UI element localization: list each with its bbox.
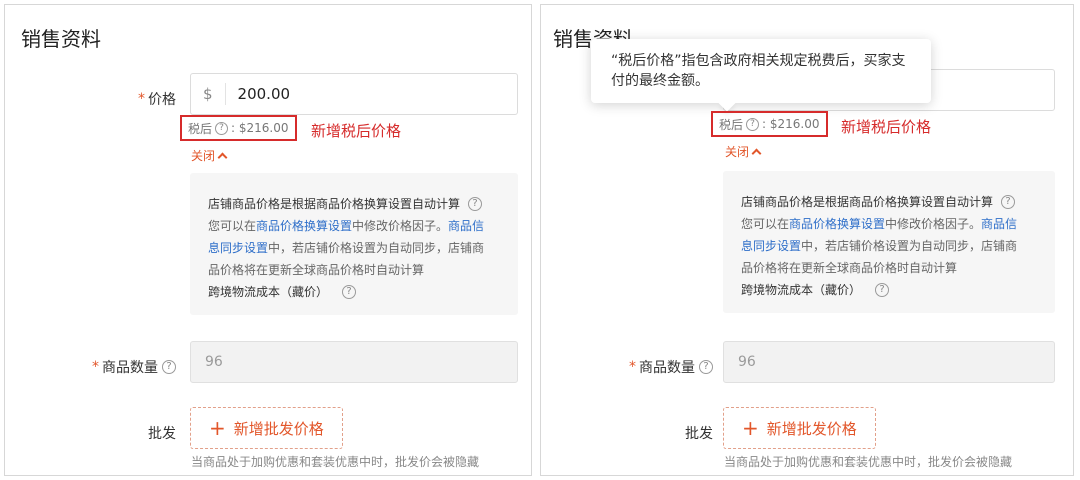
info-line-2: 您可以在 商品价格换算设置 中修改价格因子。 商品信 <box>208 215 500 237</box>
required-mark: * <box>138 91 145 107</box>
collapse-label: 关闭 <box>725 145 750 159</box>
add-wholesale-label: 新增批发价格 <box>233 419 324 438</box>
currency-prefix: $ <box>191 83 226 105</box>
info-line-1: 店铺商品价格是根据商品价格换算设置自动计算 ? <box>208 193 500 215</box>
help-icon[interactable]: ? <box>699 360 713 374</box>
product-sync-settings-link[interactable]: 商品信 <box>448 215 484 237</box>
after-tax-tooltip: “税后价格”指包含政府相关规定税费后，买家支付的最终金额。 <box>591 39 931 103</box>
info-line-5: 跨境物流成本（藏价） ? <box>741 279 1037 301</box>
price-info-box: 店铺商品价格是根据商品价格换算设置自动计算 ? 您可以在 商品价格换算设置 中修改价… <box>190 173 518 315</box>
chevron-up-icon <box>217 152 228 163</box>
info-line-4: 品价格将在更新全球商品价格时自动计算 <box>208 263 425 277</box>
annotation-new-after-tax: 新增税后价格 <box>841 118 932 136</box>
chevron-up-icon <box>751 148 762 159</box>
help-icon[interactable]: ? <box>468 197 483 211</box>
annotation-new-after-tax: 新增税后价格 <box>311 122 402 140</box>
required-mark: * <box>629 359 636 375</box>
quantity-input[interactable]: 96 <box>723 341 1055 383</box>
product-sync-settings-link-cont[interactable]: 息同步设置 <box>208 237 268 259</box>
wholesale-hint: 当商品处于加购优惠和套装优惠中时，批发价会被隐藏 <box>724 455 1013 469</box>
price-input[interactable]: $ 200.00 <box>190 73 518 115</box>
quantity-label-text: 商品数量 <box>639 360 695 376</box>
info-line-3: 息同步设置 中，若店铺价格设置为自动同步，店铺商 <box>741 235 1037 257</box>
price-value: 200.00 <box>237 85 291 103</box>
help-icon[interactable]: ? <box>215 121 229 135</box>
help-icon[interactable]: ? <box>162 360 176 374</box>
info-text: 中，若店铺价格设置为自动同步，店铺商 <box>268 241 485 255</box>
info-text: 中修改价格因子。 <box>885 217 982 231</box>
price-conversion-settings-link[interactable]: 商品价格换算设置 <box>256 215 352 237</box>
quantity-label-text: 商品数量 <box>102 360 158 376</box>
price-info-box: 店铺商品价格是根据商品价格换算设置自动计算 ? 您可以在 商品价格换算设置 中修改价… <box>723 171 1055 313</box>
info-text: 您可以在 <box>208 219 257 233</box>
quantity-label: * 商品数量 ? <box>92 357 176 377</box>
collapse-label: 关闭 <box>191 149 216 163</box>
info-text: 店铺商品价格是根据商品价格换算设置自动计算 <box>208 197 461 211</box>
quantity-input[interactable]: 96 <box>190 341 518 383</box>
info-line-1: 店铺商品价格是根据商品价格换算设置自动计算 ? <box>741 191 1037 213</box>
shipping-cost-label: 跨境物流成本（藏价） <box>208 285 329 299</box>
after-tax-label: 税后 <box>719 117 744 132</box>
price-conversion-settings-link[interactable]: 商品价格换算设置 <box>789 213 885 235</box>
after-tax-label: 税后 <box>188 121 213 136</box>
product-sync-settings-link[interactable]: 商品信 <box>981 213 1017 235</box>
after-tax-price: 税后 ? : $216.00 <box>180 115 297 141</box>
collapse-link[interactable]: 关闭 <box>725 143 762 160</box>
help-icon[interactable]: ? <box>1001 195 1016 209</box>
wholesale-label: 批发 <box>148 426 176 442</box>
info-text: 中，若店铺价格设置为自动同步，店铺商 <box>801 239 1018 253</box>
after-tax-amount: : $216.00 <box>762 117 820 131</box>
info-text: 您可以在 <box>741 217 790 231</box>
price-label-text: 价格 <box>148 92 176 108</box>
add-wholesale-price-button[interactable]: + 新增批发价格 <box>723 407 876 449</box>
info-line-4: 品价格将在更新全球商品价格时自动计算 <box>741 261 958 275</box>
required-mark: * <box>92 359 99 375</box>
shipping-cost-label: 跨境物流成本（藏价） <box>741 283 862 297</box>
add-wholesale-price-button[interactable]: + 新增批发价格 <box>190 407 343 449</box>
help-icon[interactable]: ? <box>342 285 357 299</box>
section-title: 销售资料 <box>21 27 101 51</box>
info-line-3: 息同步设置 中，若店铺价格设置为自动同步，店铺商 <box>208 237 500 259</box>
help-icon[interactable]: ? <box>746 117 760 131</box>
info-text: 中修改价格因子。 <box>352 219 449 233</box>
plus-icon: + <box>209 416 226 440</box>
add-wholesale-label: 新增批发价格 <box>766 419 857 438</box>
product-sync-settings-link-cont[interactable]: 息同步设置 <box>741 235 801 257</box>
info-line-5: 跨境物流成本（藏价） ? <box>208 281 500 303</box>
plus-icon: + <box>742 416 759 440</box>
quantity-label: * 商品数量 ? <box>629 357 713 377</box>
info-text: 店铺商品价格是根据商品价格换算设置自动计算 <box>741 195 994 209</box>
help-icon[interactable]: ? <box>875 283 890 297</box>
sales-info-panel-right: 销售资料 “税后价格”指包含政府相关规定税费后，买家支付的最终金额。 税后 ? … <box>540 4 1074 476</box>
info-line-2: 您可以在 商品价格换算设置 中修改价格因子。 商品信 <box>741 213 1037 235</box>
after-tax-price: 税后 ? : $216.00 <box>711 111 828 137</box>
wholesale-label: 批发 <box>685 426 713 442</box>
after-tax-amount: : $216.00 <box>231 121 289 135</box>
sales-info-panel-left: 销售资料 * 价格 $ 200.00 税后 ? : $216.00 新增税后价格… <box>4 4 532 476</box>
wholesale-hint: 当商品处于加购优惠和套装优惠中时，批发价会被隐藏 <box>191 455 480 469</box>
price-label: * 价格 <box>138 89 176 109</box>
collapse-link[interactable]: 关闭 <box>191 147 228 164</box>
